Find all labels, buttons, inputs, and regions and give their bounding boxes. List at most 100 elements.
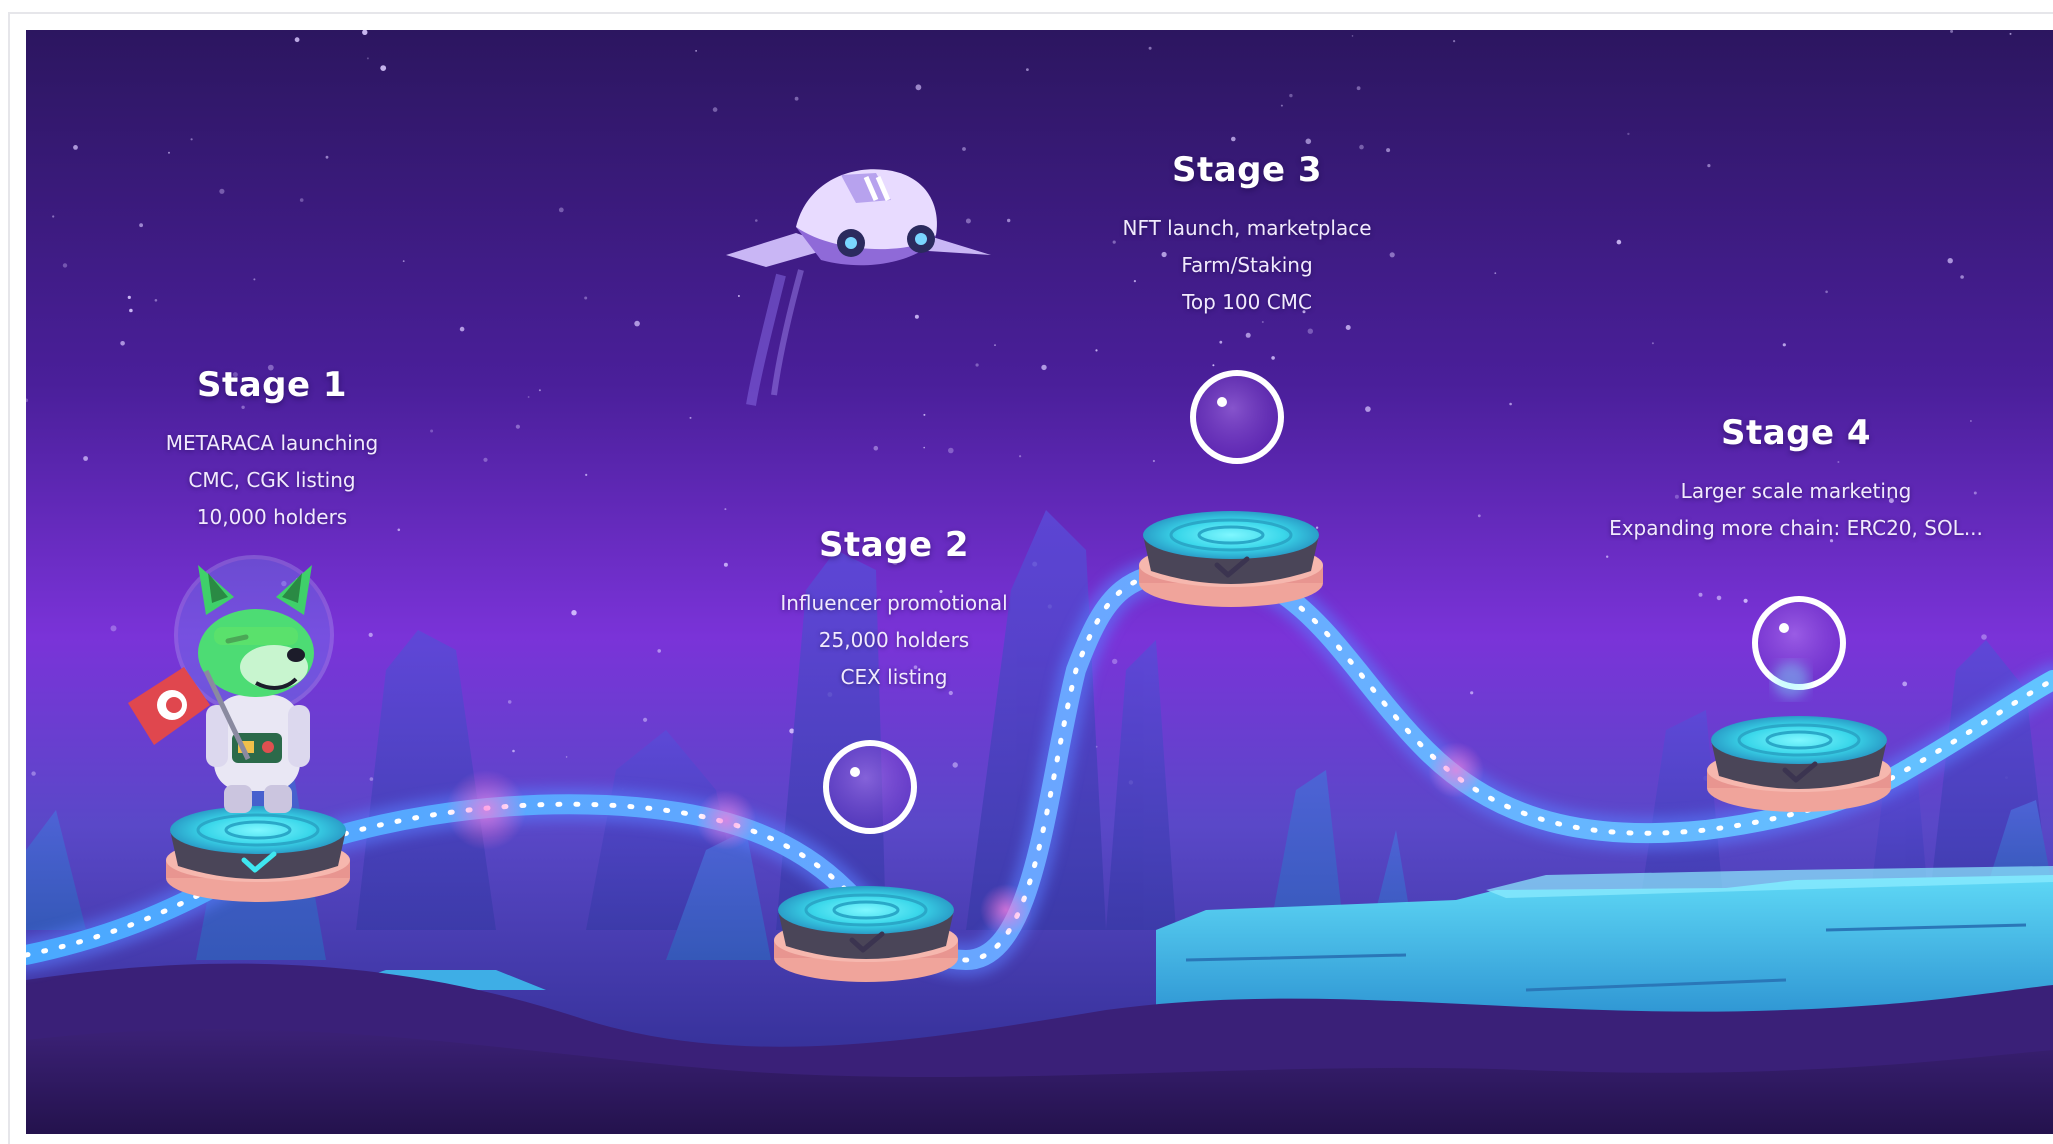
star (1707, 164, 1711, 168)
star (1152, 459, 1155, 463)
star (1453, 40, 1456, 43)
star (154, 299, 158, 302)
star (190, 138, 193, 141)
stage-platform-2 (774, 886, 958, 982)
star (1651, 342, 1654, 345)
star (380, 65, 387, 71)
star (724, 508, 727, 511)
star (975, 363, 979, 367)
stage-3-card: Stage 3 NFT launch, marketplace Farm/Sta… (1092, 150, 1402, 321)
star (571, 610, 577, 616)
star (1271, 356, 1275, 360)
star (1231, 136, 1236, 142)
star (2009, 32, 2012, 35)
star (120, 341, 125, 346)
screenshot-frame: Stage 1 METARACA launching CMC, CGK list… (0, 0, 2053, 1144)
star (1026, 68, 1029, 71)
star (168, 151, 170, 154)
star (1960, 275, 1964, 279)
star (1716, 595, 1722, 601)
star (952, 762, 958, 768)
star (643, 717, 648, 722)
star (1477, 514, 1481, 518)
stage-item: CMC, CGK listing (188, 468, 356, 492)
star (1007, 218, 1011, 223)
star (483, 457, 488, 462)
star (1616, 239, 1622, 245)
star (1219, 340, 1223, 344)
star (914, 314, 919, 319)
star (634, 320, 640, 327)
stage-title: Stage 2 (818, 525, 970, 565)
star (73, 145, 78, 150)
star (253, 278, 256, 281)
star (1112, 658, 1118, 665)
stage-title: Stage 1 (196, 365, 348, 405)
star (110, 625, 117, 632)
star (965, 218, 971, 224)
stage-platform-4 (1707, 716, 1891, 812)
star (923, 446, 925, 449)
star (368, 632, 373, 638)
star (1307, 328, 1314, 334)
star (62, 263, 68, 268)
star (712, 107, 718, 112)
star (1365, 406, 1371, 412)
star (1627, 132, 1630, 136)
stage-4-card: Stage 4 Larger scale marketing Expanding… (1586, 413, 2006, 547)
star (558, 207, 564, 213)
star (1470, 691, 1474, 695)
star (402, 260, 405, 262)
star (737, 295, 740, 297)
star (565, 756, 568, 758)
star (219, 188, 225, 194)
star (1698, 592, 1703, 597)
star (139, 223, 143, 228)
star (1509, 402, 1512, 406)
star (1019, 455, 1022, 458)
stage-platform-1 (166, 806, 350, 902)
stage-item: Top 100 CMC (1182, 290, 1312, 314)
star (1981, 634, 1987, 640)
star (695, 50, 697, 52)
star (1289, 93, 1293, 98)
star (127, 295, 131, 299)
star (1148, 46, 1152, 50)
star (657, 649, 661, 653)
star (31, 771, 36, 776)
star (994, 344, 996, 346)
star (129, 308, 133, 313)
star (527, 396, 530, 398)
glow-orbs (1773, 662, 1809, 698)
star (1245, 332, 1251, 338)
star (584, 296, 588, 300)
star (1825, 290, 1828, 294)
star (1280, 104, 1283, 107)
star (1606, 555, 1609, 558)
star (1743, 598, 1748, 603)
stage-item: Influencer promotional (780, 591, 1008, 615)
stage-1-card: Stage 1 METARACA launching CMC, CGK list… (122, 365, 422, 536)
stage-item: 10,000 holders (196, 505, 348, 529)
star (585, 473, 588, 476)
star (459, 326, 465, 332)
stage-platform-3 (1139, 511, 1323, 607)
roadmap-scene: Stage 1 METARACA launching CMC, CGK list… (26, 30, 2053, 1134)
star (1345, 325, 1351, 330)
star (83, 456, 88, 461)
stage-item: Larger scale marketing (1680, 479, 1912, 503)
star (1095, 349, 1098, 352)
star (1261, 321, 1264, 323)
star (1041, 364, 1047, 371)
star (723, 562, 728, 567)
star (299, 198, 304, 202)
star (507, 700, 512, 704)
star (689, 416, 692, 419)
star (538, 389, 541, 392)
star (962, 147, 966, 151)
star (1359, 144, 1364, 150)
stage-item: Expanding more chain: ERC20, SOL... (1609, 516, 1983, 540)
stage-title: Stage 3 (1171, 150, 1323, 190)
stage-2-card: Stage 2 Influencer promotional 25,000 ho… (744, 525, 1044, 696)
star (1782, 343, 1786, 347)
